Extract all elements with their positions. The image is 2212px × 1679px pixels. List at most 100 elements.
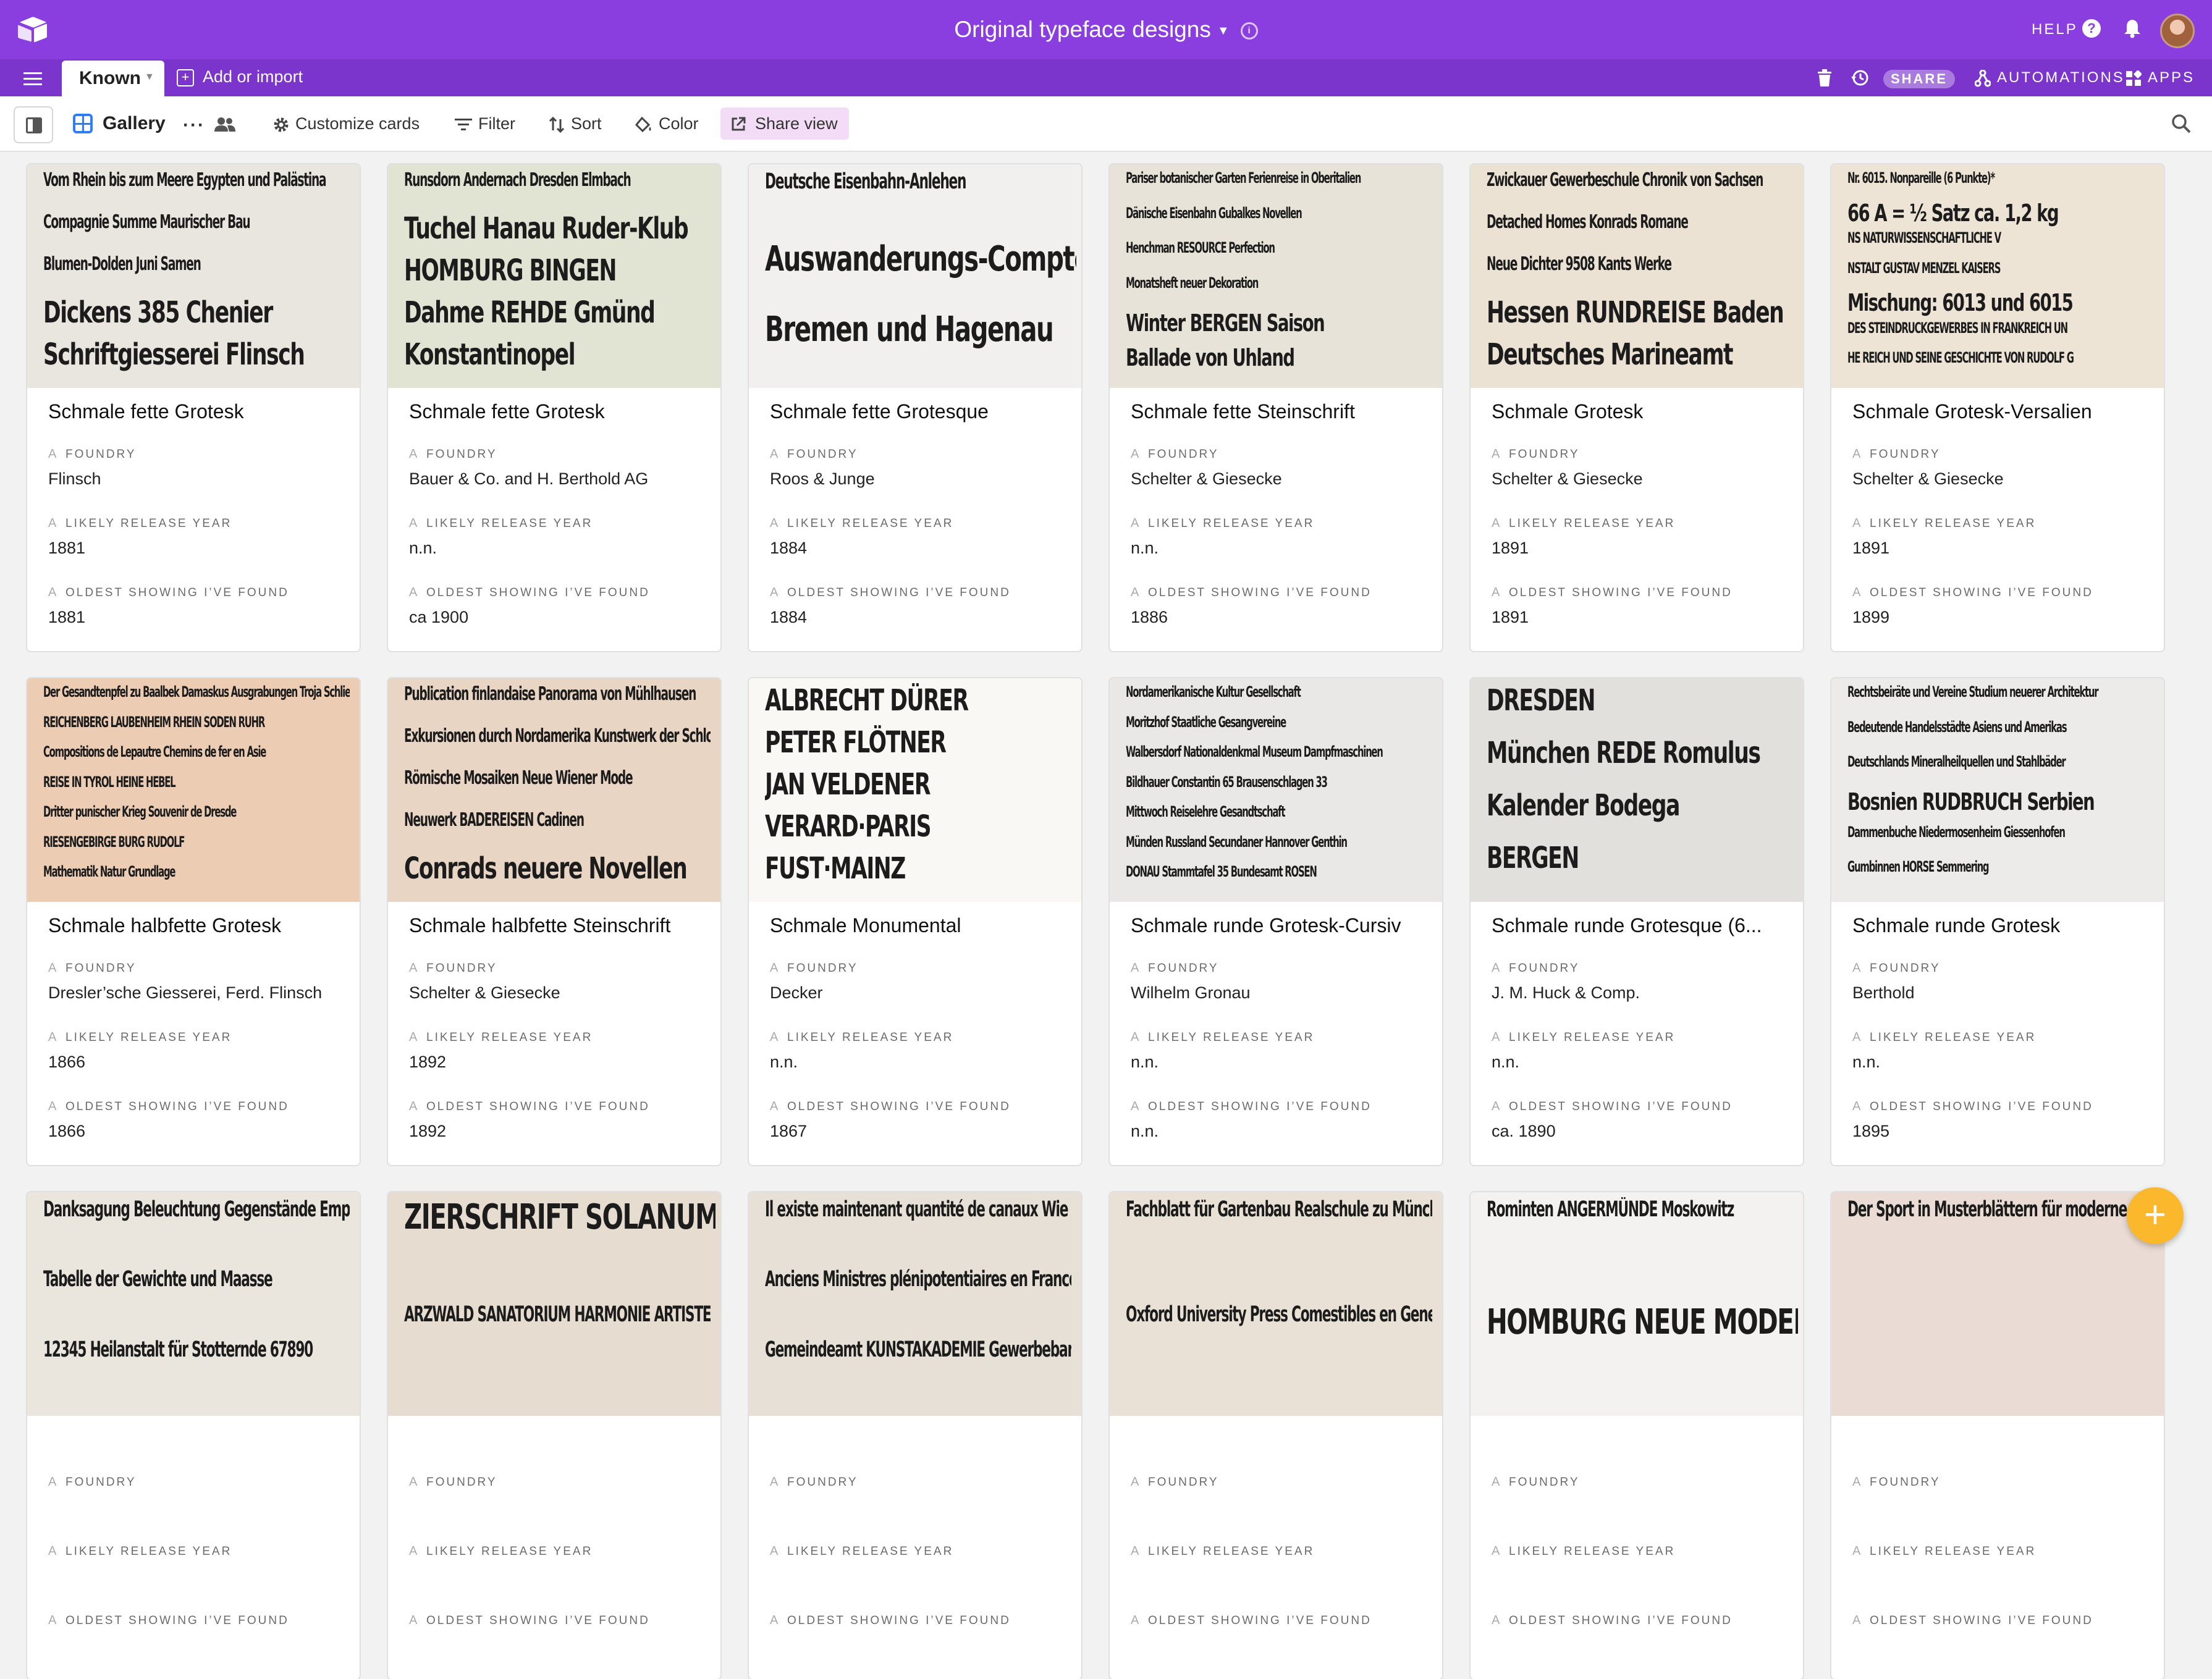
gallery-card[interactable]: Der Gesandtenpfel zu Baalbek Damaskus Au… (27, 678, 360, 1165)
thumbnail-specimen-line: REISE IN TYROL HEINE HEBEL (43, 773, 176, 791)
thumbnail-specimen-line: RIESENGEBIRGE BURG RUDOLF (43, 833, 185, 851)
thumbnail-specimen-line: Bosnien RUDBRUCH Serbien (1847, 788, 2095, 815)
field-label-foundry: A FOUNDRY (770, 447, 858, 461)
share-button[interactable]: SHARE (1883, 70, 1955, 88)
gallery-card[interactable]: Vom Rhein bis zum Meere Egypten und Palä… (27, 164, 360, 651)
help-link[interactable]: HELP (2032, 21, 2078, 38)
color-button[interactable]: Color (635, 111, 699, 136)
field-value-foundry: Dresler’sche Giesserei, Ferd. Flinsch (48, 983, 323, 1002)
sort-button[interactable]: Sort (549, 111, 602, 136)
share-view-button[interactable]: Share view (720, 107, 849, 140)
card-title: Schmale fette Steinschrift (1131, 400, 1355, 423)
base-title-text[interactable]: Original typeface designs (954, 17, 1210, 42)
field-label-text: LIKELY RELEASE YEAR (787, 1031, 954, 1044)
thumbnail-specimen-line: Dammenbuche Niedermosenheim Giessenhofen (1847, 823, 2066, 841)
search-icon[interactable] (2171, 114, 2191, 133)
field-label-foundry: A FOUNDRY (1131, 1475, 1219, 1489)
field-label-text: FOUNDRY (1509, 448, 1580, 461)
field-label-oldest: A OLDEST SHOWING I’VE FOUND (1852, 1614, 2093, 1628)
automations-button[interactable]: AUTOMATIONS (1975, 69, 2125, 87)
gallery-card[interactable]: Publication finlandaise Panorama von Müh… (388, 678, 720, 1165)
thumbnail-specimen-line: VERARD·PARIS (765, 809, 932, 844)
gallery-card[interactable]: Zwickauer Gewerbeschule Chronik von Sach… (1471, 164, 1803, 651)
thumbnail-specimen-line: PETER FLÖTNER (765, 725, 947, 760)
thumbnail-specimen-line: Der Sport in Musterblättern für moderne … (1847, 1197, 2150, 1222)
filter-button[interactable]: Filter (455, 111, 515, 136)
field-label-text: LIKELY RELEASE YEAR (787, 517, 954, 530)
view-name[interactable]: Gallery (103, 113, 166, 134)
bell-icon[interactable] (2123, 19, 2142, 38)
field-value-release: n.n. (1131, 539, 1159, 557)
field-label-release: A LIKELY RELEASE YEAR (770, 1544, 953, 1559)
gallery-card[interactable]: Rechtsbeiräte und Vereine Studium neuere… (1831, 678, 2164, 1165)
gallery-card[interactable]: ZIERSCHRIFT SOLANUM ARZWALD SANATORIUM HA… (388, 1192, 720, 1679)
field-value-release: 1892 (409, 1053, 447, 1071)
gear-icon (274, 117, 289, 132)
thumbnail-specimen-line: REICHENBERG LAUBENHEIM RHEIN SODEN RUHR (43, 713, 265, 731)
card-title: Schmale runde Grotesk-Cursiv (1131, 914, 1401, 936)
field-value-release: 1891 (1852, 539, 1890, 557)
info-icon[interactable]: i (1240, 22, 1258, 40)
thumbnail-specimen-line: Tuchel Hanau Ruder-Klub (404, 211, 689, 246)
customize-cards-button[interactable]: Customize cards (273, 111, 420, 136)
collaborators-icon[interactable] (214, 116, 236, 132)
trash-icon[interactable] (1817, 69, 1833, 87)
field-label-foundry: A FOUNDRY (48, 447, 137, 461)
card-title: Schmale fette Grotesk (48, 400, 244, 423)
field-label-text: OLDEST SHOWING I’VE FOUND (787, 1614, 1011, 1627)
thumbnail-specimen-line: Konstantinopel (404, 337, 576, 372)
gallery-card[interactable]: ALBRECHT DÜRER PETER FLÖTNER JAN VELDENER V… (749, 678, 1081, 1165)
tab-known[interactable]: Known ▼ (62, 61, 164, 96)
history-icon[interactable] (1850, 68, 1870, 88)
field-value-oldest: ca. 1890 (1492, 1122, 1556, 1140)
text-field-icon: A (1131, 1544, 1139, 1558)
gallery-card[interactable]: Danksagung Beleuchtung Gegenstände Empfe… (27, 1192, 360, 1679)
avatar[interactable] (2160, 14, 2195, 48)
help-icon[interactable]: ? (2082, 19, 2101, 38)
more-options-icon[interactable]: ··· (183, 115, 205, 136)
menu-icon[interactable] (23, 71, 42, 86)
gallery-card[interactable]: Der Sport in Musterblättern für moderne … (1831, 1192, 2164, 1679)
card-thumbnail: Fachblatt für Gartenbau Realschule zu Mü… (1110, 1192, 1442, 1416)
gallery-card[interactable]: Deutsche Eisenbahn-Anlehen Auswanderungs-… (749, 164, 1081, 651)
chevron-down-icon[interactable]: ▼ (145, 72, 154, 83)
field-label-foundry: A FOUNDRY (48, 1475, 137, 1489)
gallery-card[interactable]: Nordamerikanische Kultur Gesellschaft Mor… (1110, 678, 1442, 1165)
field-value-foundry: Bauer & Co. and H. Berthold AG (409, 469, 649, 488)
field-label-release: A LIKELY RELEASE YEAR (770, 1030, 953, 1045)
thumbnail-specimen-line: Conrads neuere Novellen (404, 851, 688, 886)
field-label-text: FOUNDRY (65, 448, 137, 461)
field-label-text: OLDEST SHOWING I’VE FOUND (426, 586, 650, 599)
thumbnail-specimen-line: Compagnie Summe Maurischer Bau (43, 211, 251, 233)
thumbnail-specimen-line: Pariser botanischer Garten Ferienreise i… (1126, 169, 1361, 187)
gallery-card[interactable]: Rominten ANGERMÜNDE Moskowitz HOMBURG NEU… (1471, 1192, 1803, 1679)
field-label-oldest: A OLDEST SHOWING I’VE FOUND (48, 586, 289, 600)
card-thumbnail: ALBRECHT DÜRER PETER FLÖTNER JAN VELDENER V… (749, 678, 1081, 902)
field-label-release: A LIKELY RELEASE YEAR (1492, 1544, 1675, 1559)
field-label-text: OLDEST SHOWING I’VE FOUND (65, 1100, 289, 1113)
gallery-card[interactable]: Pariser botanischer Garten Ferienreise i… (1110, 164, 1442, 651)
gallery-card[interactable]: DRESDEN München REDE Romulus Kalender Bode… (1471, 678, 1803, 1165)
base-title[interactable]: Original typeface designs ▼ i (0, 15, 2212, 46)
thumbnail-specimen-line: Oxford University Press Comestibles en G… (1126, 1302, 1432, 1327)
add-record-button[interactable]: + (2127, 1187, 2184, 1244)
field-label-text: FOUNDRY (426, 1476, 497, 1489)
card-title: Schmale halbfette Steinschrift (409, 914, 671, 936)
apps-button[interactable]: APPS (2125, 69, 2195, 86)
gallery-card[interactable]: Nr. 6015. Nonpareille (6 Punkte)* 66 A = … (1831, 164, 2164, 651)
gallery-card[interactable]: Fachblatt für Gartenbau Realschule zu Mü… (1110, 1192, 1442, 1679)
field-label-text: OLDEST SHOWING I’VE FOUND (65, 1614, 289, 1627)
thumbnail-specimen-line: DES STEINDRUCKGEWERBES IN FRANKREICH UN (1847, 319, 2068, 337)
thumbnail-specimen-line: Rechtsbeiräte und Vereine Studium neuere… (1847, 683, 2099, 701)
chevron-down-icon[interactable]: ▼ (1217, 24, 1230, 38)
field-label-text: FOUNDRY (787, 448, 858, 461)
gallery-card[interactable]: Runsdorn Andernach Dresden Elmbach Tuchel… (388, 164, 720, 651)
gallery-card[interactable]: Il existe maintenant quantité de canaux … (749, 1192, 1081, 1679)
add-or-import-button[interactable]: + Add or import (177, 67, 303, 86)
field-value-release: 1884 (770, 539, 808, 557)
field-label-text: LIKELY RELEASE YEAR (426, 1545, 593, 1558)
gallery-icon[interactable] (73, 114, 93, 133)
sidebar-toggle-button[interactable] (14, 106, 53, 143)
field-label-text: OLDEST SHOWING I’VE FOUND (426, 1100, 650, 1113)
field-label-release: A LIKELY RELEASE YEAR (770, 516, 953, 531)
